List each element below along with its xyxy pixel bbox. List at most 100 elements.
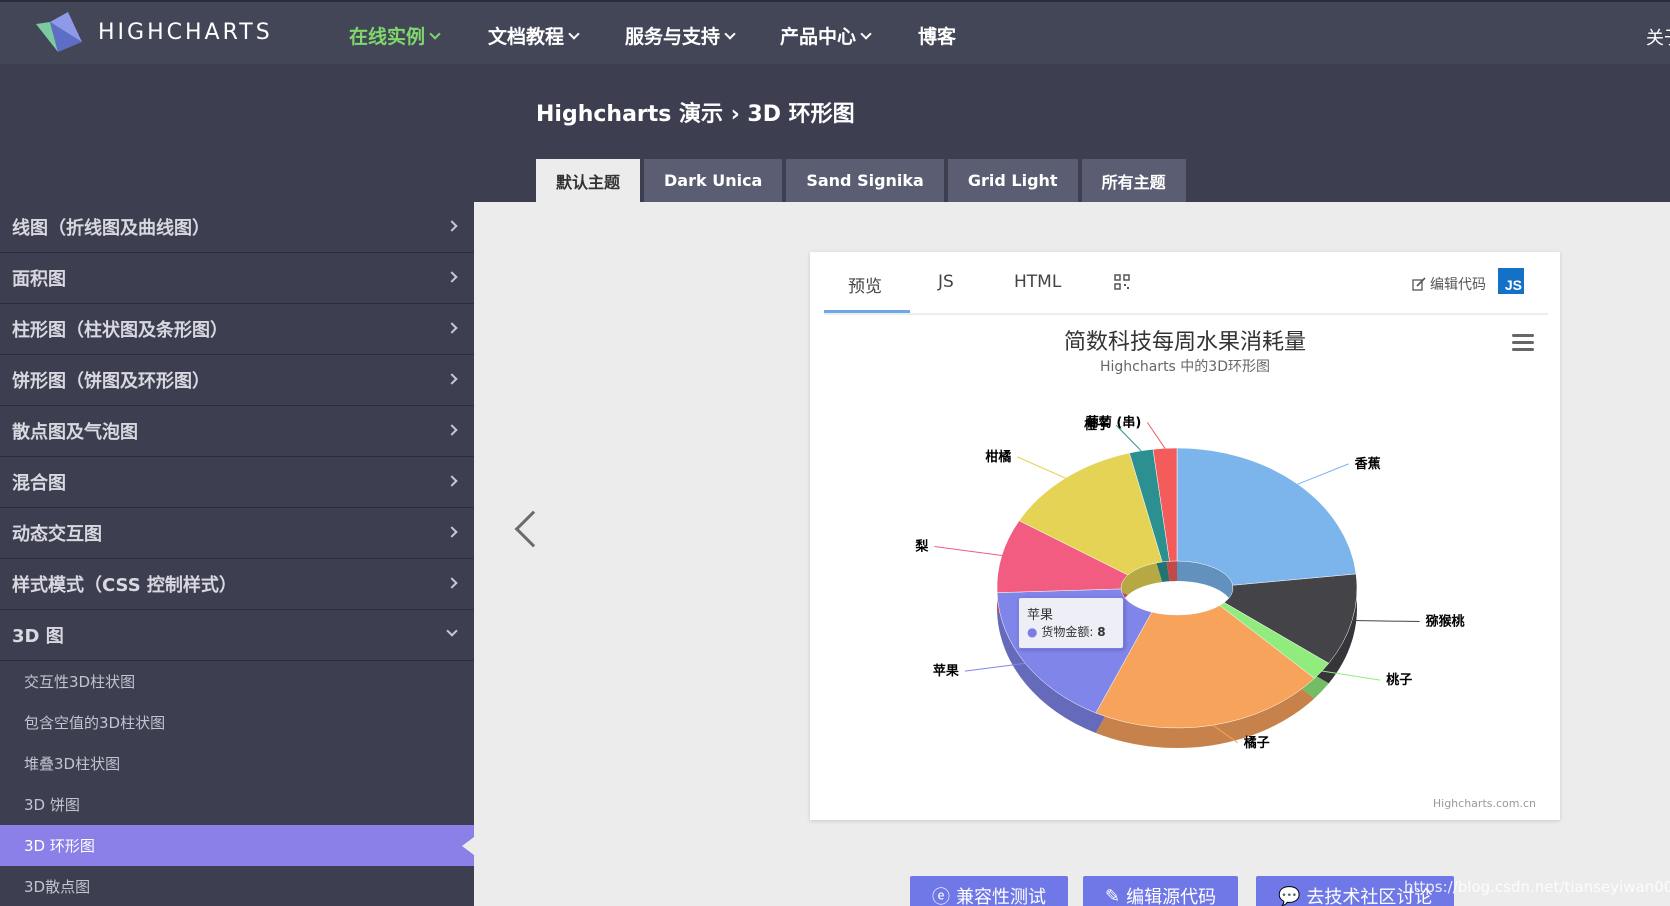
button-label: 兼容性测试: [956, 887, 1046, 906]
nav-item-products[interactable]: 产品中心: [780, 22, 872, 49]
slice-label: 桃子: [1386, 672, 1412, 688]
watermark: https://blog.csdn.net/tianseyiwan008: [1404, 878, 1670, 896]
chevron-right-icon: [446, 220, 458, 232]
slice-label: 梨: [914, 538, 929, 554]
chevron-down-icon: [429, 27, 441, 40]
card-tabs: 预览 JS HTML 编辑代码 JS: [824, 252, 1548, 315]
preview-card: 预览 JS HTML 编辑代码 JS 简数科技每周水果消耗量 Highchart…: [810, 252, 1560, 820]
chat-icon: 💬: [1278, 885, 1301, 906]
sidebar-item-label: 动态交互图: [12, 524, 102, 545]
slice-label: 橘子: [1243, 735, 1270, 751]
label-connector: [1297, 463, 1349, 485]
tab-dark-unica[interactable]: Dark Unica: [644, 159, 783, 202]
chevron-right-icon: [446, 424, 458, 436]
nav-item-examples[interactable]: 在线实例: [349, 22, 441, 49]
sidebar-subitem-3d-column-interactive[interactable]: 交互性3D柱状图: [0, 661, 474, 702]
sidebar-item-label: 线图（折线图及曲线图）: [12, 218, 210, 239]
nav-item-blog[interactable]: 博客: [918, 22, 956, 49]
sidebar-item-column[interactable]: 柱形图（柱状图及条形图）: [0, 304, 474, 355]
qrcode-icon[interactable]: [1114, 274, 1130, 290]
tooltip-value: 8: [1097, 625, 1106, 639]
slice-label: 猕猴桃: [1426, 614, 1465, 630]
nav-item-services[interactable]: 服务与支持: [625, 22, 736, 49]
tab-js[interactable]: JS: [938, 272, 954, 292]
sidebar-item-styled-mode[interactable]: 样式模式（CSS 控制样式）: [0, 559, 474, 610]
sidebar-item-label: 3D 图: [12, 626, 64, 647]
sidebar-subitem-3d-scatter[interactable]: 3D散点图: [0, 866, 474, 906]
tooltip-dot-icon: ●: [1027, 625, 1038, 639]
edit-icon: ✎: [1105, 885, 1121, 906]
label-connector: [1017, 456, 1066, 479]
chart-credit[interactable]: Highcharts.com.cn: [1433, 797, 1536, 810]
tab-preview[interactable]: 预览: [848, 272, 882, 297]
donut-chart: 香蕉猕猴桃桃子橘子苹果梨柑橘橙子葡萄 (串): [914, 414, 1465, 751]
js-badge[interactable]: JS: [1498, 268, 1524, 294]
sidebar-item-combo[interactable]: 混合图: [0, 457, 474, 508]
chevron-down-icon: [568, 27, 580, 40]
ie-icon: ⓔ: [932, 887, 950, 906]
chevron-right-icon: [446, 322, 458, 334]
nav-label: 产品中心: [780, 26, 857, 48]
edit-icon: [1412, 277, 1426, 291]
nav-item-docs[interactable]: 文档教程: [488, 22, 580, 49]
chevron-right-icon: [446, 475, 458, 487]
chevron-down-icon: [860, 27, 872, 40]
page-title: Highcharts 演示 › 3D 环形图: [536, 102, 855, 127]
tab-sand-signika[interactable]: Sand Signika: [786, 159, 944, 202]
sidebar-item-label: 面积图: [12, 269, 66, 290]
sidebar-item-label: 散点图及气泡图: [12, 422, 138, 443]
top-navbar: HIGHCHARTS 在线实例 文档教程 服务与支持 产品中心 博客 关于: [0, 0, 1670, 64]
edit-code-label: 编辑代码: [1430, 277, 1486, 293]
compat-test-button[interactable]: ⓔ 兼容性测试: [910, 876, 1068, 906]
nav-label: 在线实例: [349, 26, 426, 48]
sidebar-subitem-3d-donut[interactable]: 3D 环形图: [0, 825, 474, 866]
chart-title: 简数科技每周水果消耗量: [1063, 330, 1306, 355]
sidebar-item-pie[interactable]: 饼形图（饼图及环形图）: [0, 355, 474, 406]
sidebar-item-dynamic[interactable]: 动态交互图: [0, 508, 474, 559]
edit-source-button[interactable]: ✎ 编辑源代码: [1083, 876, 1239, 906]
theme-tabs: 默认主题 Dark Unica Sand Signika Grid Light …: [536, 159, 1186, 202]
button-label: 编辑源代码: [1126, 887, 1217, 906]
previous-arrow-icon[interactable]: [514, 510, 552, 548]
chevron-right-icon: [446, 373, 458, 385]
sidebar-item-label: 混合图: [12, 473, 66, 494]
label-connector: [934, 545, 1002, 557]
tab-grid-light[interactable]: Grid Light: [947, 159, 1078, 202]
sidebar-subitem-3d-pie[interactable]: 3D 饼图: [0, 784, 474, 825]
edit-code-link[interactable]: 编辑代码: [1412, 274, 1486, 294]
sidebar-subitem-3d-column-stacked[interactable]: 堆叠3D柱状图: [0, 743, 474, 784]
sidebar-item-scatter[interactable]: 散点图及气泡图: [0, 406, 474, 457]
label-connector: [1146, 422, 1166, 449]
nav-label: 文档教程: [488, 26, 565, 48]
slice-label: 苹果: [933, 663, 959, 679]
tab-default-theme[interactable]: 默认主题: [536, 159, 641, 202]
slice-label: 葡萄 (串): [1085, 414, 1141, 430]
chevron-down-icon: [724, 27, 736, 40]
sidebar-subitem-3d-column-null[interactable]: 包含空值的3D柱状图: [0, 702, 474, 743]
tab-all-themes[interactable]: 所有主题: [1081, 159, 1186, 202]
chart-menu-icon[interactable]: [1512, 334, 1534, 352]
sidebar-item-label: 柱形图（柱状图及条形图）: [12, 320, 228, 341]
sidebar: 线图（折线图及曲线图） 面积图 柱形图（柱状图及条形图） 饼形图（饼图及环形图）…: [0, 202, 474, 906]
sidebar-item-label: 饼形图（饼图及环形图）: [12, 371, 210, 392]
nav-label: 博客: [918, 26, 957, 48]
label-connector: [1352, 619, 1420, 623]
slice-label: 柑橘: [985, 449, 1011, 465]
tab-html[interactable]: HTML: [1014, 272, 1061, 292]
sidebar-item-area[interactable]: 面积图: [0, 253, 474, 304]
logo-text: HIGHCHARTS: [98, 19, 273, 45]
nav-label: 服务与支持: [625, 26, 721, 48]
tooltip-series-name: 货物金额: [1041, 625, 1090, 639]
chevron-down-icon: [446, 625, 458, 637]
active-tab-underline: [824, 310, 910, 313]
logo-mark-icon: [36, 12, 82, 52]
chevron-right-icon: [446, 577, 458, 589]
highcharts-logo[interactable]: HIGHCHARTS: [36, 12, 273, 52]
sidebar-item-3d[interactable]: 3D 图: [0, 610, 474, 661]
nav-item-about[interactable]: 关于: [1646, 24, 1670, 50]
sidebar-item-line[interactable]: 线图（折线图及曲线图）: [0, 202, 474, 253]
slice-label: 香蕉: [1354, 456, 1381, 472]
chevron-right-icon: [446, 526, 458, 538]
sidebar-item-label: 样式模式（CSS 控制样式）: [12, 575, 237, 596]
chart-tooltip: 苹果 ● 货物金额: 8: [1018, 597, 1124, 649]
